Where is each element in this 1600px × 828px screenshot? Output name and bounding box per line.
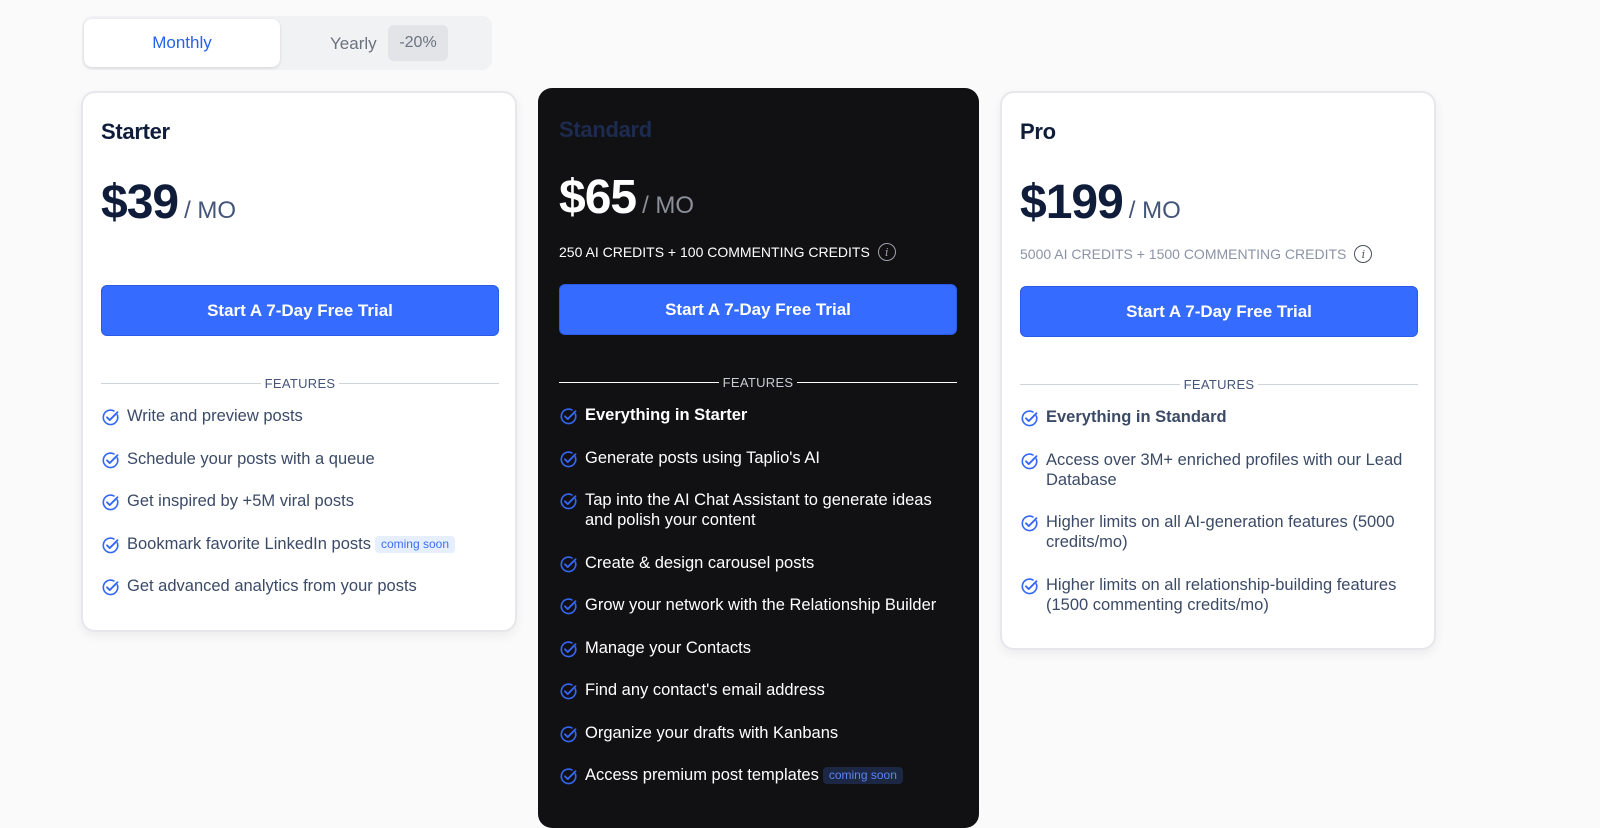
features-heading: FEATURES [264,375,336,391]
check-circle-icon [559,767,578,786]
feature-text: Write and preview posts [127,407,303,425]
check-circle-icon [559,407,578,426]
price-amount: $65 [559,171,637,224]
monthly-option[interactable]: Monthly [84,19,280,67]
feature-text: Get inspired by +5M viral posts [127,492,354,510]
feature-text: Bookmark favorite LinkedIn posts [127,534,371,553]
plan-price: $199 / MO [1020,175,1181,230]
start-trial-label: Start A 7-Day Free Trial [1126,301,1312,321]
check-circle-icon [559,725,578,744]
feature-list: Write and preview posts Schedule your pos… [101,406,501,619]
feature-item: Everything in Standard [1020,407,1420,427]
features-heading: FEATURES [1183,376,1255,392]
yearly-discount-badge: -20% [388,25,448,61]
check-circle-icon [101,408,120,427]
feature-text: Tap into the AI Chat Assistant to genera… [585,491,932,529]
feature-item: Grow your network with the Relationship … [559,595,959,615]
feature-item: Higher limits on all AI-generation featu… [1020,512,1420,552]
plan-name: Pro [1020,119,1056,144]
feature-text: Get advanced analytics from your posts [127,577,417,595]
feature-item: Bookmark favorite LinkedIn posts coming s… [101,534,501,554]
feature-text: Higher limits on all AI-generation featu… [1046,513,1395,551]
feature-text: Everything in Starter [585,406,748,424]
price-amount: $39 [101,176,179,229]
start-trial-label: Start A 7-Day Free Trial [665,299,851,319]
feature-text: Access over 3M+ enriched profiles with o… [1046,450,1403,489]
info-icon[interactable]: i [877,243,896,261]
price-unit: / MO [642,192,695,219]
start-trial-label: Start A 7-Day Free Trial [207,300,393,320]
feature-text: Higher limits on all relationship-buildi… [1046,575,1397,614]
plan-card-pro: Pro $199 / MO 5000 AI CREDITS + 1500 COM… [1000,91,1436,650]
credits-info: 5000 AI CREDITS + 1500 COMMENTING CREDIT… [1020,245,1373,263]
feature-text: Everything in Standard [1046,408,1227,426]
feature-text: Schedule your posts with a queue [127,449,375,468]
feature-text: Organize your drafts with Kanbans [585,723,839,742]
feature-text: Create & design carousel posts [585,553,815,572]
billing-period-toggle: Monthly Yearly -20% [82,16,492,70]
check-circle-icon [101,493,120,512]
feature-item: Write and preview posts [101,406,501,426]
feature-item: Schedule your posts with a queue [101,449,501,469]
feature-item: Access over 3M+ enriched profiles with o… [1020,450,1420,490]
feature-item: Get inspired by +5M viral posts [101,491,501,511]
features-divider: FEATURES [1020,375,1418,393]
check-circle-icon [101,451,120,470]
features-divider: FEATURES [559,373,957,391]
yearly-option[interactable]: Yearly [330,34,377,54]
check-circle-icon [559,597,578,616]
feature-item: Tap into the AI Chat Assistant to genera… [559,490,959,530]
feature-item: Higher limits on all relationship-buildi… [1020,575,1420,615]
check-circle-icon [1020,514,1039,533]
feature-text: Grow your network with the Relationship … [585,596,937,614]
credits-info: 250 AI CREDITS + 100 COMMENTING CREDITS … [559,243,896,261]
coming-soon-badge: coming soon [374,535,456,553]
feature-item: Get advanced analytics from your posts [101,576,501,596]
feature-item: Organize your drafts with Kanbans [559,723,959,743]
check-circle-icon [101,536,120,555]
plan-price: $65 / MO [559,170,694,225]
check-circle-icon [559,682,578,701]
features-divider: FEATURES [101,374,499,392]
feature-item: Create & design carousel posts [559,553,959,573]
plan-name: Starter [101,119,170,144]
feature-text: Find any contact's email address [585,681,825,699]
feature-item: Generate posts using Taplio's AI [559,448,959,468]
check-circle-icon [559,640,578,659]
credits-text: 250 AI CREDITS + 100 COMMENTING CREDITS [559,244,870,260]
check-circle-icon [1020,577,1039,596]
feature-item: Manage your Contacts [559,638,959,658]
info-icon[interactable]: i [1354,245,1373,263]
credits-text: 5000 AI CREDITS + 1500 COMMENTING CREDIT… [1020,246,1347,262]
features-heading: FEATURES [722,374,794,390]
check-circle-icon [559,450,578,469]
feature-text: Manage your Contacts [585,638,752,657]
start-trial-button[interactable]: Start A 7-Day Free Trial [101,285,499,336]
check-circle-icon [559,555,578,574]
check-circle-icon [101,578,120,597]
plan-name: Standard [559,117,652,142]
check-circle-icon [559,492,578,511]
plan-card-standard: Standard $65 / MO 250 AI CREDITS + 100 C… [538,88,979,828]
start-trial-button[interactable]: Start A 7-Day Free Trial [1020,286,1418,337]
price-unit: / MO [1128,197,1181,224]
coming-soon-badge: coming soon [822,767,903,784]
price-unit: / MO [184,197,237,224]
feature-item: Everything in Starter [559,405,959,425]
start-trial-button[interactable]: Start A 7-Day Free Trial [559,284,957,335]
price-amount: $199 [1020,176,1124,229]
plan-price: $39 / MO [101,175,236,230]
feature-item: Find any contact's email address [559,680,959,700]
monthly-label: Monthly [152,33,212,52]
feature-list: Everything in Standard Access over 3M+ en… [1020,407,1420,637]
check-circle-icon [1020,409,1039,428]
check-circle-icon [1020,452,1039,471]
feature-text: Access premium post templates [585,766,819,784]
feature-list: Everything in Starter Generate posts usin… [559,405,959,808]
feature-item: Access premium post templates coming soon [559,765,959,785]
feature-text: Generate posts using Taplio's AI [585,448,820,467]
plan-card-starter: Starter $39 / MO Start A 7-Day Free Tria… [81,91,517,632]
